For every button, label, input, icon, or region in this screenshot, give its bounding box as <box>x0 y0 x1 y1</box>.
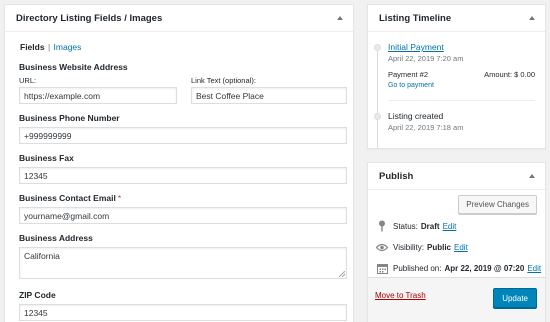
edit-status-link[interactable]: Edit <box>443 222 457 231</box>
timeline-item-date: April 22, 2019 7:18 am <box>388 123 464 132</box>
collapse-toggle-icon[interactable] <box>529 16 535 20</box>
timeline-item-title: Listing created <box>388 111 444 121</box>
email-label-text: Business Contact Email <box>19 193 116 203</box>
payment-amount: Amount: $ 0.00 <box>484 70 535 79</box>
eye-icon <box>376 241 388 253</box>
published-row: Published on: Apr 22, 2019 @ 07:20 Edit <box>376 262 541 274</box>
timeline-header: Listing Timeline <box>368 5 545 32</box>
tab-images[interactable]: Images <box>54 42 82 52</box>
zip-field-group: ZIP Code <box>19 290 347 321</box>
tab-separator: | <box>47 42 51 52</box>
address-textarea-wrap: California <box>19 247 347 279</box>
email-input[interactable] <box>19 207 347 224</box>
link-text-input[interactable] <box>191 87 347 104</box>
published-value: Apr 22, 2019 @ 07:20 <box>444 263 525 273</box>
timeline-item: Initial Payment April 22, 2019 7:20 am P… <box>374 41 535 92</box>
timeline-dot-icon <box>374 44 381 51</box>
timeline-list: Initial Payment April 22, 2019 7:20 am P… <box>368 32 545 148</box>
timeline-line <box>377 46 378 148</box>
go-to-payment-link[interactable]: Go to payment <box>388 80 535 92</box>
visibility-label: Visibility: <box>393 242 424 252</box>
phone-input[interactable] <box>19 127 347 144</box>
fax-label: Business Fax <box>19 153 74 163</box>
update-button[interactable]: Update <box>493 288 537 308</box>
phone-field-group: Business Phone Number <box>19 113 347 144</box>
timeline-divider <box>388 100 535 101</box>
address-field-group: Business Address California <box>19 233 347 279</box>
url-label: URL: <box>19 76 37 85</box>
payment-details: Payment #2 Amount: $ 0.00 <box>388 69 535 80</box>
fields-tabs: Fields | Images <box>5 32 353 59</box>
collapse-toggle-icon[interactable] <box>337 16 343 20</box>
listing-fields-title: Directory Listing Fields / Images <box>16 12 163 24</box>
status-label: Status: <box>393 221 418 231</box>
link-text-group: Link Text (optional): <box>191 76 347 104</box>
zip-input[interactable] <box>19 304 347 321</box>
email-field-group: Business Contact Email * <box>19 193 347 224</box>
timeline-item-date: April 22, 2019 7:20 am <box>388 54 464 63</box>
website-label: Business Website Address <box>19 62 128 72</box>
calendar-icon <box>376 262 388 274</box>
status-row: Status: Draft Edit <box>376 220 456 232</box>
publish-title: Publish <box>379 170 414 182</box>
listing-timeline-box: Listing Timeline Initial Payment April 2… <box>367 4 546 149</box>
resize-grip-icon[interactable] <box>339 271 345 277</box>
url-input[interactable] <box>19 87 177 104</box>
website-field-group: Business Website Address <box>19 62 128 72</box>
link-text-label: Link Text (optional): <box>191 76 256 85</box>
address-label: Business Address <box>19 233 93 243</box>
required-mark: * <box>117 193 122 203</box>
publish-box: Publish Preview Changes Status: Draft Ed… <box>367 162 546 322</box>
fax-input[interactable] <box>19 167 347 184</box>
publish-actions: Move to Trash Update <box>368 277 545 322</box>
phone-label: Business Phone Number <box>19 113 120 123</box>
timeline-item: Listing created April 22, 2019 7:18 am <box>374 110 535 133</box>
fax-field-group: Business Fax <box>19 153 347 184</box>
timeline-dot-icon <box>374 113 381 120</box>
timeline-title: Listing Timeline <box>379 12 452 24</box>
publish-header: Publish <box>368 163 545 190</box>
preview-changes-button[interactable]: Preview Changes <box>458 195 537 214</box>
published-label: Published on: <box>393 263 442 273</box>
status-value: Draft <box>420 221 440 231</box>
visibility-row: Visibility: Public Edit <box>376 241 468 253</box>
zip-label: ZIP Code <box>19 290 56 300</box>
email-label: Business Contact Email * <box>19 193 347 203</box>
pin-icon <box>376 220 388 232</box>
visibility-value: Public <box>426 242 451 252</box>
payment-label: Payment #2 <box>388 70 429 79</box>
edit-date-link[interactable]: Edit <box>527 264 541 273</box>
edit-visibility-link[interactable]: Edit <box>454 243 468 252</box>
tab-fields[interactable]: Fields <box>20 42 45 52</box>
url-group: URL: <box>19 76 177 104</box>
collapse-toggle-icon[interactable] <box>529 174 535 178</box>
move-to-trash-link[interactable]: Move to Trash <box>375 291 426 300</box>
listing-fields-header: Directory Listing Fields / Images <box>5 5 353 32</box>
initial-payment-link[interactable]: Initial Payment <box>388 42 444 52</box>
timeline-item-title: Initial Payment <box>388 41 535 53</box>
listing-fields-box: Directory Listing Fields / Images Fields… <box>4 4 354 322</box>
address-textarea[interactable]: California <box>19 247 347 279</box>
